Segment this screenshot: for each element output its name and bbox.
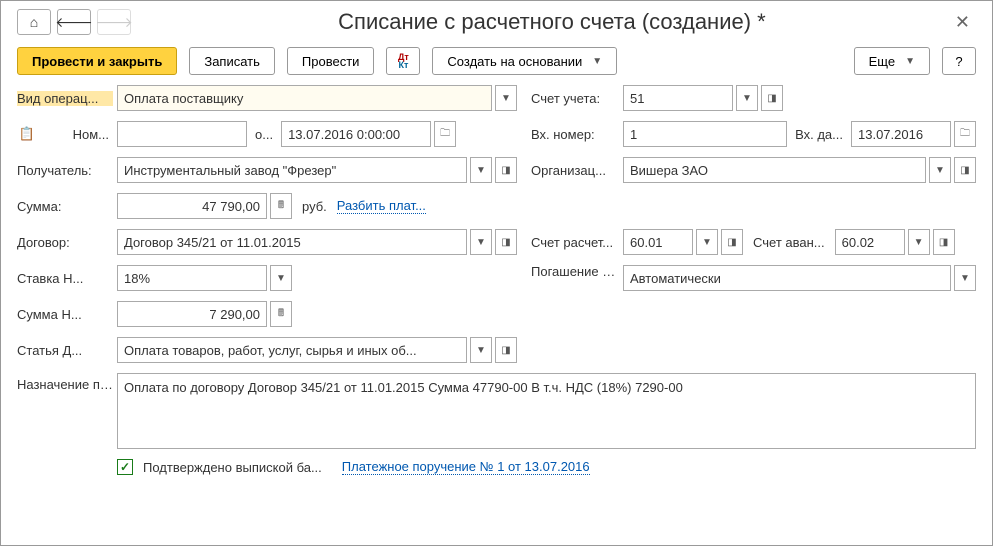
contract-row: Договор: Договор 345/21 от 11.01.2015 ▼ … [17, 229, 517, 255]
document-window: ⌂ 🡐 🡒 Списание с расчетного счета (созда… [0, 0, 993, 546]
split-payment-link[interactable]: Разбить плат... [337, 198, 426, 214]
settle-account-label: Счет расчет... [531, 235, 619, 250]
purpose-row: Назначение платежа: Оплата по договору Д… [17, 373, 976, 449]
debt-repayment-label: Погашение задолженно... [531, 265, 619, 279]
window-title: Списание с расчетного счета (создание) * [155, 9, 949, 35]
payment-order-link[interactable]: Платежное поручение № 1 от 13.07.2016 [342, 459, 590, 475]
in-date-label: Вх. да... [791, 127, 847, 142]
calculator-icon[interactable]: 🖩 [270, 193, 292, 219]
purpose-textarea[interactable]: Оплата по договору Договор 345/21 от 11.… [117, 373, 976, 449]
more-button[interactable]: Еще▼ [854, 47, 930, 75]
cashflow-row: Статья Д... Оплата товаров, работ, услуг… [17, 337, 517, 363]
in-number-input[interactable]: 1 [623, 121, 787, 147]
cashflow-label: Статья Д... [17, 343, 113, 358]
advance-account-input[interactable]: 60.02 [835, 229, 905, 255]
amount-input[interactable]: 47 790,00 [117, 193, 267, 219]
calendar-icon[interactable]: 🗀 [954, 121, 976, 147]
calculator-icon[interactable]: 🖩 [270, 301, 292, 327]
date-input[interactable]: 13.07.2016 0:00:00 [281, 121, 431, 147]
dropdown-icon[interactable]: ▼ [495, 85, 517, 111]
dtkt-button[interactable]: ДтКт [386, 47, 420, 75]
dropdown-icon[interactable]: ▼ [736, 85, 758, 111]
operation-type-row: Вид операц... Оплата поставщику ▼ [17, 85, 517, 111]
vat-rate-input[interactable]: 18% [117, 265, 267, 291]
in-number-label: Вх. номер: [531, 127, 619, 142]
recipient-input[interactable]: Инструментальный завод "Фрезер" [117, 157, 467, 183]
help-button[interactable]: ? [942, 47, 976, 75]
back-button[interactable]: 🡐 [57, 9, 91, 35]
toolbar: Провести и закрыть Записать Провести ДтК… [17, 47, 976, 75]
footer-row: ✓ Подтверждено выпиской ба... Платежное … [17, 459, 976, 475]
number-label: Ном... [41, 127, 113, 142]
organization-input[interactable]: Вишера ЗАО [623, 157, 926, 183]
operation-type-input[interactable]: Оплата поставщику [117, 85, 492, 111]
number-input[interactable] [117, 121, 247, 147]
in-date-input[interactable]: 13.07.2016 [851, 121, 951, 147]
save-button[interactable]: Записать [189, 47, 275, 75]
account-input[interactable]: 51 [623, 85, 733, 111]
close-icon[interactable]: ✕ [949, 12, 976, 33]
forward-button[interactable]: 🡒 [97, 9, 131, 35]
home-button[interactable]: ⌂ [17, 9, 51, 35]
open-icon[interactable]: ◨ [954, 157, 976, 183]
create-based-button[interactable]: Создать на основании▼ [432, 47, 617, 75]
dropdown-icon[interactable]: ▼ [470, 337, 492, 363]
open-icon[interactable]: ◨ [721, 229, 743, 255]
currency-label: руб. [302, 199, 327, 214]
operation-type-label: Вид операц... [17, 91, 113, 106]
account-label: Счет учета: [531, 91, 619, 106]
vat-rate-label: Ставка Н... [17, 271, 113, 286]
dropdown-icon[interactable]: ▼ [908, 229, 930, 255]
number-date-row: 📋 Ном... о... 13.07.2016 0:00:00 🗀 [17, 121, 517, 147]
amount-label: Сумма: [17, 199, 113, 214]
dropdown-icon[interactable]: ▼ [470, 229, 492, 255]
from-label: о... [251, 127, 277, 142]
contract-label: Договор: [17, 235, 113, 250]
settle-accounts-row: Счет расчет... 60.01 ▼ ◨ Счет аван... 60… [531, 229, 976, 255]
dropdown-icon[interactable]: ▼ [470, 157, 492, 183]
vat-amount-input[interactable]: 7 290,00 [117, 301, 267, 327]
vat-amount-row: Сумма Н... 7 290,00 🖩 [17, 301, 517, 327]
in-number-row: Вх. номер: 1 Вх. да... 13.07.2016 🗀 [531, 121, 976, 147]
debt-repayment-input[interactable]: Автоматически [623, 265, 951, 291]
post-and-close-button[interactable]: Провести и закрыть [17, 47, 177, 75]
post-button[interactable]: Провести [287, 47, 375, 75]
chevron-down-icon: ▼ [905, 56, 915, 67]
settle-account-input[interactable]: 60.01 [623, 229, 693, 255]
dropdown-icon[interactable]: ▼ [696, 229, 718, 255]
debt-repayment-row: Погашение задолженно... Автоматически ▼ [531, 265, 976, 291]
dropdown-icon[interactable]: ▼ [929, 157, 951, 183]
open-icon[interactable]: ◨ [761, 85, 783, 111]
vat-amount-label: Сумма Н... [17, 307, 113, 322]
form-grid: Вид операц... Оплата поставщику ▼ Счет у… [17, 85, 976, 475]
open-icon[interactable]: ◨ [495, 157, 517, 183]
dropdown-icon[interactable]: ▼ [270, 265, 292, 291]
dropdown-icon[interactable]: ▼ [954, 265, 976, 291]
confirmed-checkbox[interactable]: ✓ [117, 459, 133, 475]
chevron-down-icon: ▼ [592, 56, 602, 67]
open-icon[interactable]: ◨ [495, 337, 517, 363]
open-icon[interactable]: ◨ [933, 229, 955, 255]
purpose-label: Назначение платежа: [17, 373, 113, 393]
titlebar: ⌂ 🡐 🡒 Списание с расчетного счета (созда… [17, 9, 976, 35]
vat-rate-row: Ставка Н... 18% ▼ [17, 265, 517, 291]
dtkt-icon: ДтКт [398, 53, 409, 69]
confirmed-label: Подтверждено выпиской ба... [143, 460, 322, 475]
contract-input[interactable]: Договор 345/21 от 11.01.2015 [117, 229, 467, 255]
organization-label: Организац... [531, 163, 619, 178]
attach-icon[interactable]: 📋 [17, 126, 37, 142]
advance-account-label: Счет аван... [747, 235, 831, 250]
open-icon[interactable]: ◨ [495, 229, 517, 255]
organization-row: Организац... Вишера ЗАО ▼ ◨ [531, 157, 976, 183]
account-row: Счет учета: 51 ▼ ◨ [531, 85, 976, 111]
recipient-row: Получатель: Инструментальный завод "Фрез… [17, 157, 517, 183]
calendar-icon[interactable]: 🗀 [434, 121, 456, 147]
cashflow-input[interactable]: Оплата товаров, работ, услуг, сырья и ин… [117, 337, 467, 363]
amount-row: Сумма: 47 790,00 🖩 руб. Разбить плат... [17, 193, 517, 219]
recipient-label: Получатель: [17, 163, 113, 178]
